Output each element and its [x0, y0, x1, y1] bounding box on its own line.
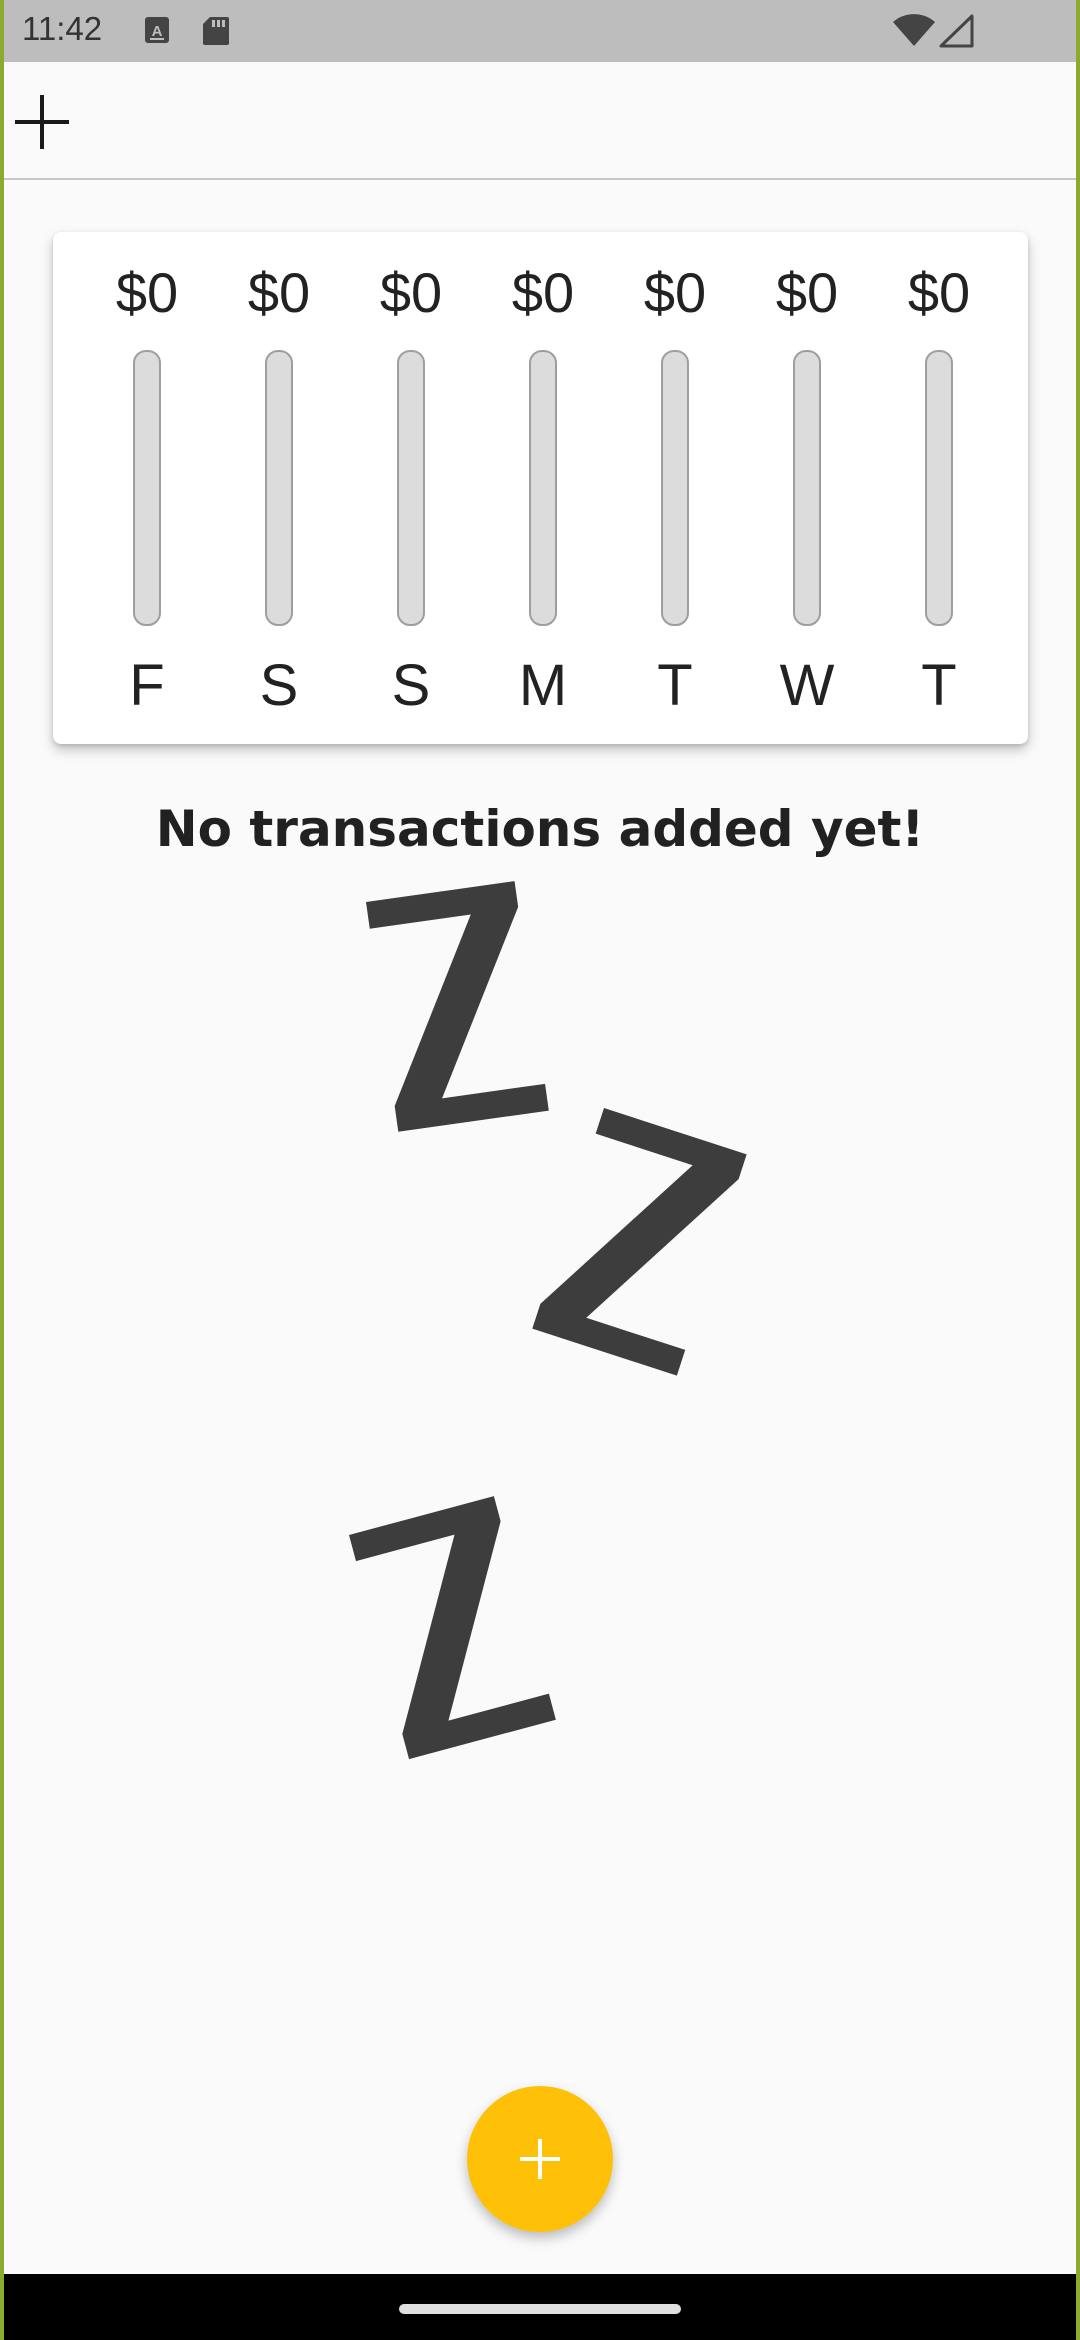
day-bar	[265, 350, 293, 626]
add-transaction-fab[interactable]	[467, 2086, 613, 2232]
day-amount: $0	[643, 261, 707, 324]
app-screen: 11:42 A $0 F $0 S $0 S $0 M $0 T $0 W $0…	[4, 0, 1076, 2340]
day-label: W	[779, 653, 835, 718]
status-time: 11:42	[22, 10, 103, 47]
day-label: M	[518, 653, 568, 718]
day-label: S	[391, 653, 431, 718]
chart-day-column: $0 F	[87, 232, 207, 744]
empty-state-title: No transactions added yet!	[155, 800, 925, 858]
chart-day-column: $0 W	[747, 232, 867, 744]
day-label: T	[921, 653, 957, 718]
chart-day-column: $0 S	[219, 232, 339, 744]
status-bar: 11:42 A	[4, 0, 1076, 62]
plus-icon	[520, 2139, 560, 2179]
svg-text:A: A	[152, 23, 163, 40]
plus-icon	[15, 95, 69, 149]
day-bar	[397, 350, 425, 626]
day-amount: $0	[115, 261, 179, 324]
cellular-signal-icon	[938, 14, 974, 52]
day-label: F	[129, 653, 165, 718]
wifi-icon	[892, 14, 936, 52]
chart-day-column: $0 M	[483, 232, 603, 744]
sleeping-zzz-icon	[304, 880, 804, 1800]
navigation-bar	[4, 2274, 1076, 2340]
chart-day-column: $0 T	[615, 232, 735, 744]
day-bar	[661, 350, 689, 626]
chart-day-column: $0 T	[879, 232, 999, 744]
day-bar	[529, 350, 557, 626]
day-bar	[133, 350, 161, 626]
sd-card-icon	[202, 16, 230, 50]
weekly-chart-card: $0 F $0 S $0 S $0 M $0 T $0 W $0 T	[53, 232, 1028, 744]
day-bar	[793, 350, 821, 626]
day-amount: $0	[379, 261, 443, 324]
day-amount: $0	[907, 261, 971, 324]
app-bar	[4, 62, 1076, 180]
day-amount: $0	[511, 261, 575, 324]
home-gesture-handle[interactable]	[399, 2304, 681, 2314]
day-amount: $0	[247, 261, 311, 324]
chart-day-column: $0 S	[351, 232, 471, 744]
add-transaction-button[interactable]	[12, 92, 72, 152]
day-bar	[925, 350, 953, 626]
keyboard-a-icon: A	[144, 16, 170, 48]
day-label: T	[657, 653, 693, 718]
day-label: S	[259, 653, 299, 718]
day-amount: $0	[775, 261, 839, 324]
